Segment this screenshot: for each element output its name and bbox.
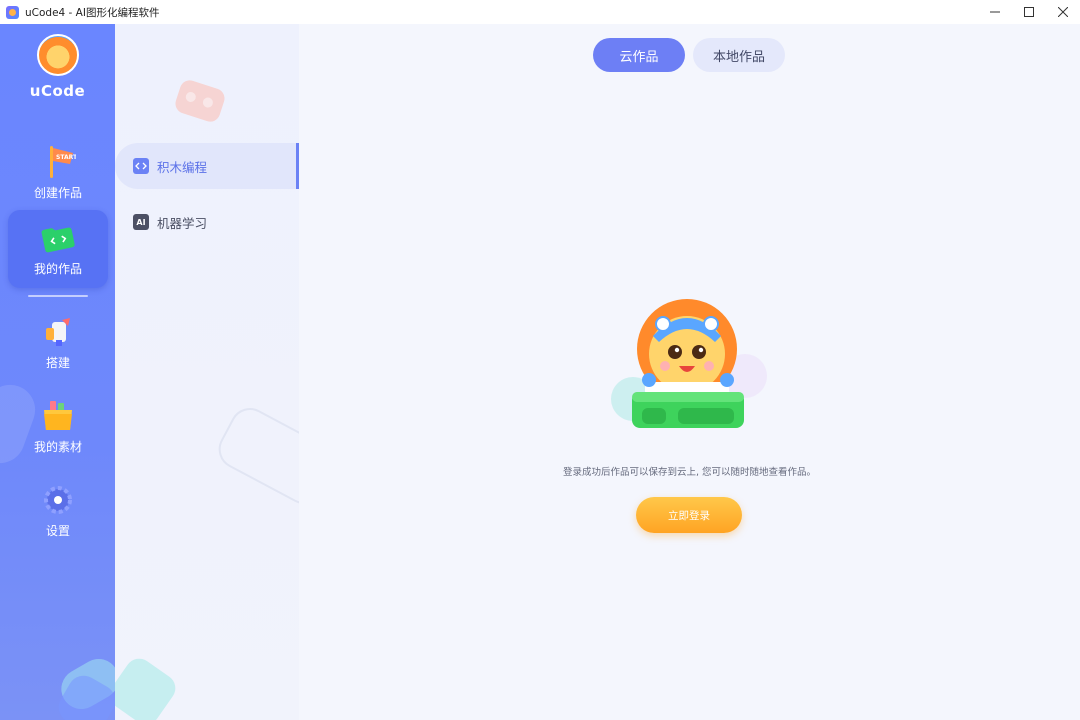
brand: uCode — [0, 34, 115, 100]
nav-divider — [28, 295, 88, 297]
close-icon — [1058, 7, 1068, 17]
maximize-icon — [1024, 7, 1034, 17]
rocket-icon — [40, 314, 76, 350]
empty-state-message: 登录成功后作品可以保存到云上, 您可以随时随地查看作品。 — [562, 467, 817, 478]
app-logo-icon — [6, 5, 19, 19]
folder-code-icon — [40, 220, 76, 256]
material-folder-icon — [40, 398, 76, 434]
nav-item-settings[interactable]: 设置 — [8, 472, 108, 550]
nav-item-build[interactable]: 搭建 — [8, 304, 108, 382]
start-flag-icon: START — [40, 144, 78, 180]
subnav-label: 机器学习 — [157, 215, 208, 231]
works-tabs: 云作品 本地作品 — [593, 38, 785, 72]
tab-local-works[interactable]: 本地作品 — [693, 38, 785, 72]
tab-cloud-works[interactable]: 云作品 — [593, 38, 685, 72]
ai-icon: AI — [133, 214, 149, 230]
nav-label: 我的作品 — [33, 262, 82, 276]
nav-label: 创建作品 — [33, 186, 82, 200]
window-controls — [978, 0, 1080, 24]
maximize-button[interactable] — [1012, 0, 1046, 24]
subnav-label: 积木编程 — [157, 159, 208, 175]
code-block-icon — [133, 158, 149, 174]
minimize-button[interactable] — [978, 0, 1012, 24]
nav-label: 搭建 — [45, 356, 70, 370]
subnav-item-block-coding[interactable]: 积木编程 — [115, 143, 299, 189]
ucode-mascot-logo-icon — [36, 34, 79, 76]
gear-icon — [40, 482, 76, 518]
nav-item-create[interactable]: START 创建作品 — [8, 134, 108, 212]
nav-item-my-works[interactable]: 我的作品 — [8, 210, 108, 288]
main-nav: uCode START 创建作品 我的作品 搭建 我的素材 设置 — [0, 24, 115, 720]
brand-name: uCode — [29, 82, 86, 100]
svg-text:START: START — [56, 154, 76, 161]
sub-nav: 积木编程 AI 机器学习 — [115, 24, 299, 720]
close-button[interactable] — [1046, 0, 1080, 24]
decor-shape — [115, 653, 181, 720]
ai-icon-text: AI — [136, 217, 146, 227]
main-content: 云作品 本地作品 登录成功后作品可以保存到云上, 您可以随时随地查看作品。 立即… — [299, 24, 1080, 720]
nav-label: 设置 — [45, 524, 70, 538]
subnav-item-machine-learning[interactable]: AI 机器学习 — [115, 199, 299, 245]
decor-shape — [172, 77, 228, 125]
login-now-button[interactable]: 立即登录 — [636, 497, 742, 533]
empty-state-mascot-illustration — [605, 294, 770, 439]
window-title: uCode4 - AI图形化编程软件 — [25, 6, 160, 19]
minimize-icon — [990, 11, 1000, 13]
title-bar: uCode4 - AI图形化编程软件 — [0, 0, 1080, 25]
decor-shape — [211, 400, 299, 512]
nav-label: 我的素材 — [33, 440, 82, 454]
nav-item-materials[interactable]: 我的素材 — [8, 388, 108, 466]
